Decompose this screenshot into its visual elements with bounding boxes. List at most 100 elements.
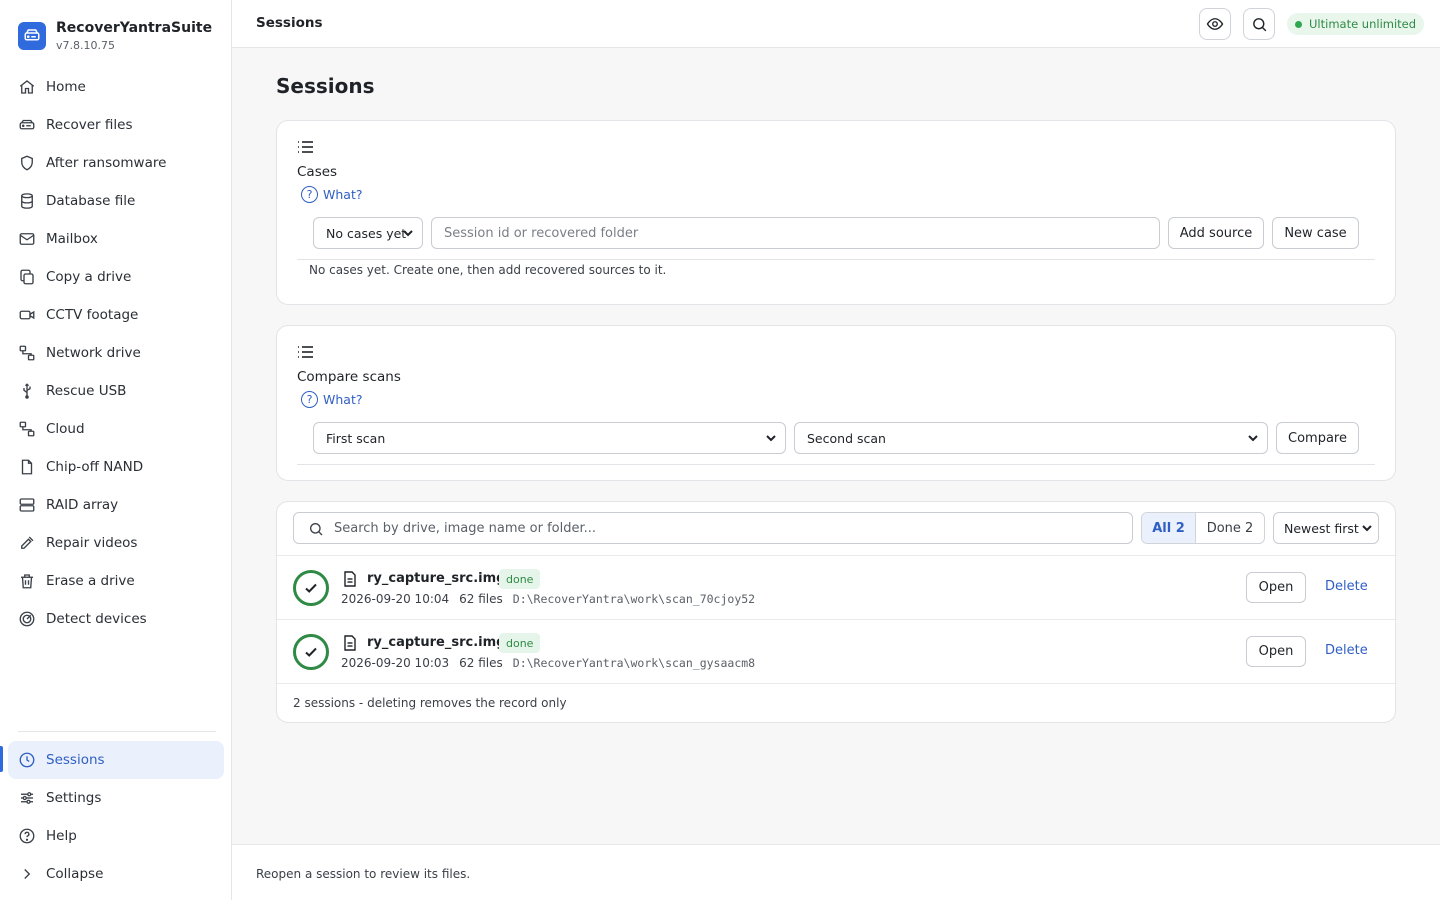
sessions-card: Search by drive, image name or folder...… [276, 501, 1396, 723]
sidebar-item-home[interactable]: Home [8, 68, 224, 106]
session-date: 2026-09-20 10:04 [341, 592, 450, 606]
sidebar-item-cctv-footage[interactable]: CCTV footage [8, 296, 224, 334]
database-icon [21, 193, 33, 209]
sidebar-item-settings[interactable]: Settings [8, 779, 224, 817]
compare-button[interactable]: Compare [1276, 422, 1359, 454]
sidebar-item-after-ransomware[interactable]: After ransomware [8, 144, 224, 182]
home-icon [19, 80, 35, 94]
delete-session-link[interactable]: Delete [1325, 579, 1368, 594]
session-meta: 2026-09-20 10:04 62 files D:\RecoverYant… [341, 592, 755, 606]
sidebar-item-label: Help [46, 828, 77, 844]
session-files: 62 files [459, 592, 503, 606]
trash-icon [21, 574, 33, 589]
sidebar-item-database-file[interactable]: Database file [8, 182, 224, 220]
sidebar-item-repair-videos[interactable]: Repair videos [8, 524, 224, 562]
sidebar-item-label: Chip-off NAND [46, 459, 144, 475]
plan-badge: Ultimate unlimited [1287, 13, 1425, 35]
plan-label: Ultimate unlimited [1309, 17, 1417, 31]
session-search-input[interactable]: Session id or recovered folder [431, 217, 1160, 249]
shield-icon [21, 155, 33, 171]
sidebar-item-recover-files[interactable]: Recover files [8, 106, 224, 144]
sidebar-item-mailbox[interactable]: Mailbox [8, 220, 224, 258]
search-button[interactable] [1243, 8, 1275, 40]
cases-empty-note: No cases yet. Create one, then add recov… [309, 263, 667, 277]
sidebar-item-label: Database file [46, 193, 136, 209]
raid-icon [19, 498, 35, 512]
sidebar-item-detect-devices[interactable]: Detect devices [8, 600, 224, 638]
usb-icon [23, 383, 31, 399]
open-session-button[interactable]: Open [1246, 636, 1306, 667]
sliders-icon [21, 792, 33, 804]
help-icon [19, 828, 35, 844]
sidebar-item-rescue-usb[interactable]: Rescue USB [8, 372, 224, 410]
sort-value: Newest first [1284, 520, 1359, 536]
chevron-right-icon [24, 869, 31, 879]
status-footer: Reopen a session to review its files. [232, 844, 1440, 900]
session-files: 62 files [459, 656, 503, 670]
cases-select[interactable]: No cases yet [313, 217, 423, 249]
sidebar-item-help[interactable]: Help [8, 817, 224, 855]
divider [297, 464, 1375, 465]
filter-done-tab[interactable]: Done 2 [1196, 513, 1264, 543]
add-source-button[interactable]: Add source [1168, 217, 1264, 249]
sessions-count-note: 2 sessions - deleting removes the record… [293, 696, 567, 710]
sessions-search-input[interactable]: Search by drive, image name or folder... [293, 512, 1133, 544]
clock-icon [19, 752, 35, 768]
sidebar-item-label: Mailbox [46, 231, 98, 247]
app-logo-icon [18, 22, 46, 50]
page-title: Sessions [276, 74, 375, 98]
cloud-network-icon [19, 421, 35, 437]
chevron-down-icon [403, 230, 413, 237]
open-session-button[interactable]: Open [1246, 572, 1306, 603]
sidebar-item-cloud[interactable]: Cloud [8, 410, 224, 448]
delete-session-link[interactable]: Delete [1325, 643, 1368, 658]
sidebar-item-collapse[interactable]: Collapse [8, 855, 224, 893]
sidebar-item-label: CCTV footage [46, 307, 139, 323]
app-version: v7.8.10.75 [56, 39, 115, 52]
chevron-down-icon [1362, 525, 1372, 532]
session-name: ry_capture_src.img [367, 571, 506, 586]
sidebar-item-chip-off-nand[interactable]: Chip-off NAND [8, 448, 224, 486]
sidebar-item-label: Network drive [46, 345, 141, 361]
filter-all-tab[interactable]: All 2 [1142, 513, 1196, 543]
what-label: What? [323, 187, 363, 202]
session-path: D:\RecoverYantra\work\scan_70cjoy52 [512, 592, 756, 606]
sidebar-item-label: Home [46, 79, 86, 95]
sidebar-item-label: Erase a drive [46, 573, 135, 589]
topbar-title: Sessions [256, 15, 323, 31]
sidebar-item-erase-a-drive[interactable]: Erase a drive [8, 562, 224, 600]
mail-icon [19, 233, 35, 245]
sidebar-item-label: Cloud [46, 421, 85, 437]
sessions-search-placeholder: Search by drive, image name or folder... [334, 520, 597, 536]
sidebar-item-label: Recover files [46, 117, 133, 133]
sidebar-item-sessions[interactable]: Sessions [8, 741, 224, 779]
compare-what-link[interactable]: ? What? [301, 391, 362, 408]
session-meta: 2026-09-20 10:03 62 files D:\RecoverYant… [341, 656, 755, 670]
sidebar-item-label: Settings [46, 790, 102, 806]
check-circle-icon [293, 570, 329, 606]
new-case-button[interactable]: New case [1272, 217, 1359, 249]
search-icon [310, 523, 323, 536]
chevron-down-icon [766, 435, 776, 442]
divider [297, 259, 1375, 260]
check-circle-icon [293, 634, 329, 670]
sidebar-item-network-drive[interactable]: Network drive [8, 334, 224, 372]
second-scan-value: Second scan [807, 430, 886, 446]
eye-icon [1206, 18, 1224, 30]
cases-what-link[interactable]: ? What? [301, 186, 362, 203]
copy-icon [20, 269, 34, 285]
sessions-footer: 2 sessions - deleting removes the record… [277, 683, 1395, 723]
preview-button[interactable] [1199, 8, 1231, 40]
compare-card: Compare scans ? What? First scan Second … [276, 325, 1396, 481]
table-row: ry_capture_src.img done 2026-09-20 10:04… [277, 555, 1395, 619]
table-row: ry_capture_src.img done 2026-09-20 10:03… [277, 619, 1395, 683]
app-name: RecoverYantraSuite [56, 20, 213, 36]
network-icon [19, 345, 35, 361]
first-scan-select[interactable]: First scan [313, 422, 786, 454]
list-icon [298, 141, 313, 153]
sort-select[interactable]: Newest first [1273, 512, 1379, 544]
sidebar-item-copy-a-drive[interactable]: Copy a drive [8, 258, 224, 296]
sidebar-item-raid-array[interactable]: RAID array [8, 486, 224, 524]
second-scan-select[interactable]: Second scan [794, 422, 1268, 454]
footer-hint: Reopen a session to review its files. [256, 867, 471, 881]
